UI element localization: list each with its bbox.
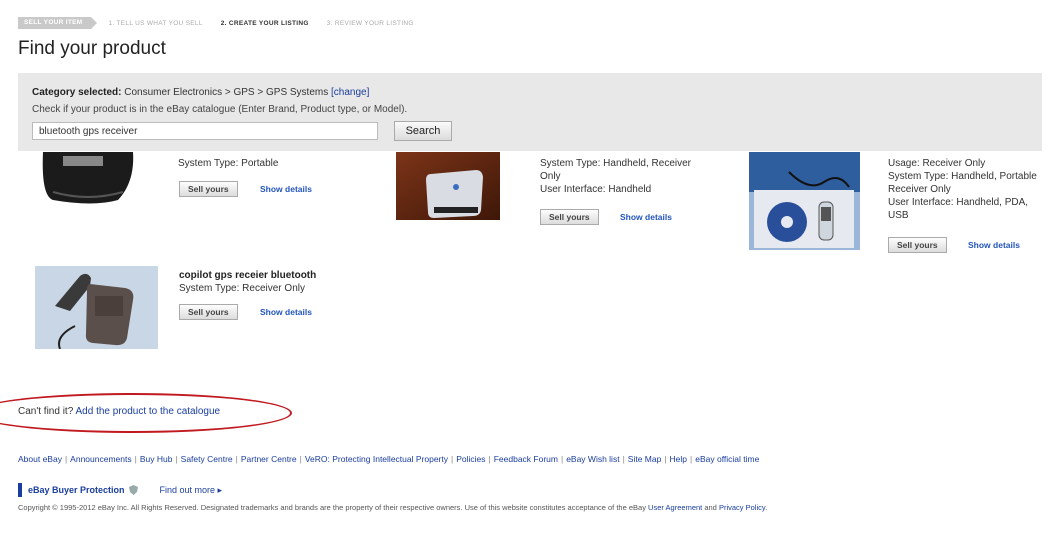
category-path: Consumer Electronics > GPS > GPS Systems <box>124 87 329 98</box>
footer-link-official-time[interactable]: eBay official time <box>695 454 759 464</box>
footer-link-announcements[interactable]: Announcements <box>70 454 131 464</box>
change-category-link[interactable]: [change] <box>331 87 369 98</box>
search-panel: Category selected: Consumer Electronics … <box>18 73 1042 151</box>
find-out-more-link[interactable]: Find out more ▸ <box>160 485 223 496</box>
product-image-3[interactable] <box>749 152 860 250</box>
buyer-protection-label[interactable]: eBay Buyer Protection <box>28 485 125 495</box>
step-sell-your-item: SELL YOUR ITEM <box>18 17 96 29</box>
highlight-ellipse <box>0 393 292 433</box>
step-review-listing: 3. REVIEW YOUR LISTING <box>326 19 414 27</box>
footer-link-policies[interactable]: Policies <box>456 454 485 464</box>
sell-yours-button-2[interactable]: Sell yours <box>540 209 599 225</box>
result-3-specs: Usage: Receiver Only System Type: Handhe… <box>888 158 1037 221</box>
product-image-4[interactable] <box>35 266 158 349</box>
sell-yours-button-1[interactable]: Sell yours <box>179 181 238 197</box>
product-image-2[interactable] <box>396 152 500 220</box>
show-details-link-4[interactable]: Show details <box>260 307 312 317</box>
sell-yours-button-3[interactable]: Sell yours <box>888 237 947 253</box>
footer-link-wish-list[interactable]: eBay Wish list <box>566 454 619 464</box>
show-details-link-1[interactable]: Show details <box>260 184 312 194</box>
catalogue-hint: Check if your product is in the eBay cat… <box>32 104 408 115</box>
show-details-link-3[interactable]: Show details <box>968 240 1020 250</box>
privacy-policy-link[interactable]: Privacy Policy <box>719 503 765 512</box>
footer-link-about[interactable]: About eBay <box>18 454 62 464</box>
footer-link-feedback[interactable]: Feedback Forum <box>494 454 558 464</box>
step-create-listing: 2. CREATE YOUR LISTING <box>220 19 309 27</box>
footer-link-partner[interactable]: Partner Centre <box>241 454 297 464</box>
progress-steps: SELL YOUR ITEM 1. TELL US WHAT YOU SELL … <box>18 17 414 29</box>
result-1-specs: System Type: Portable <box>178 158 279 169</box>
result-4-text: copilot gps receier bluetooth System Typ… <box>179 269 317 294</box>
footer-link-buy-hub[interactable]: Buy Hub <box>140 454 173 464</box>
protection-bar <box>18 483 22 497</box>
category-label: Category selected: <box>32 87 122 98</box>
footer-link-site-map[interactable]: Site Map <box>628 454 662 464</box>
buyer-protection: eBay Buyer Protection Find out more ▸ <box>18 483 222 497</box>
product-image-1[interactable] <box>33 152 137 205</box>
show-details-link-2[interactable]: Show details <box>620 212 672 222</box>
search-button[interactable]: Search <box>394 121 452 141</box>
footer-link-help[interactable]: Help <box>670 454 687 464</box>
footer-links: About eBay | Announcements | Buy Hub | Safety … <box>18 454 760 464</box>
category-line: Category selected: Consumer Electronics … <box>32 87 369 98</box>
search-input[interactable] <box>32 122 378 140</box>
footer-link-safety[interactable]: Safety Centre <box>181 454 233 464</box>
shield-icon <box>128 485 138 495</box>
copyright-text: Copyright © 1995-2012 eBay Inc. All Righ… <box>18 503 768 512</box>
step-tell-us: 1. TELL US WHAT YOU SELL <box>108 19 203 27</box>
user-agreement-link[interactable]: User Agreement <box>648 503 702 512</box>
footer-link-vero[interactable]: VeRO: Protecting Intellectual Property <box>305 454 448 464</box>
sell-yours-button-4[interactable]: Sell yours <box>179 304 238 320</box>
result-4-title[interactable]: copilot gps receier bluetooth <box>179 269 316 282</box>
result-2-specs: System Type: Handheld, Receiver Only Use… <box>540 158 692 195</box>
page-title: Find your product <box>18 38 166 59</box>
